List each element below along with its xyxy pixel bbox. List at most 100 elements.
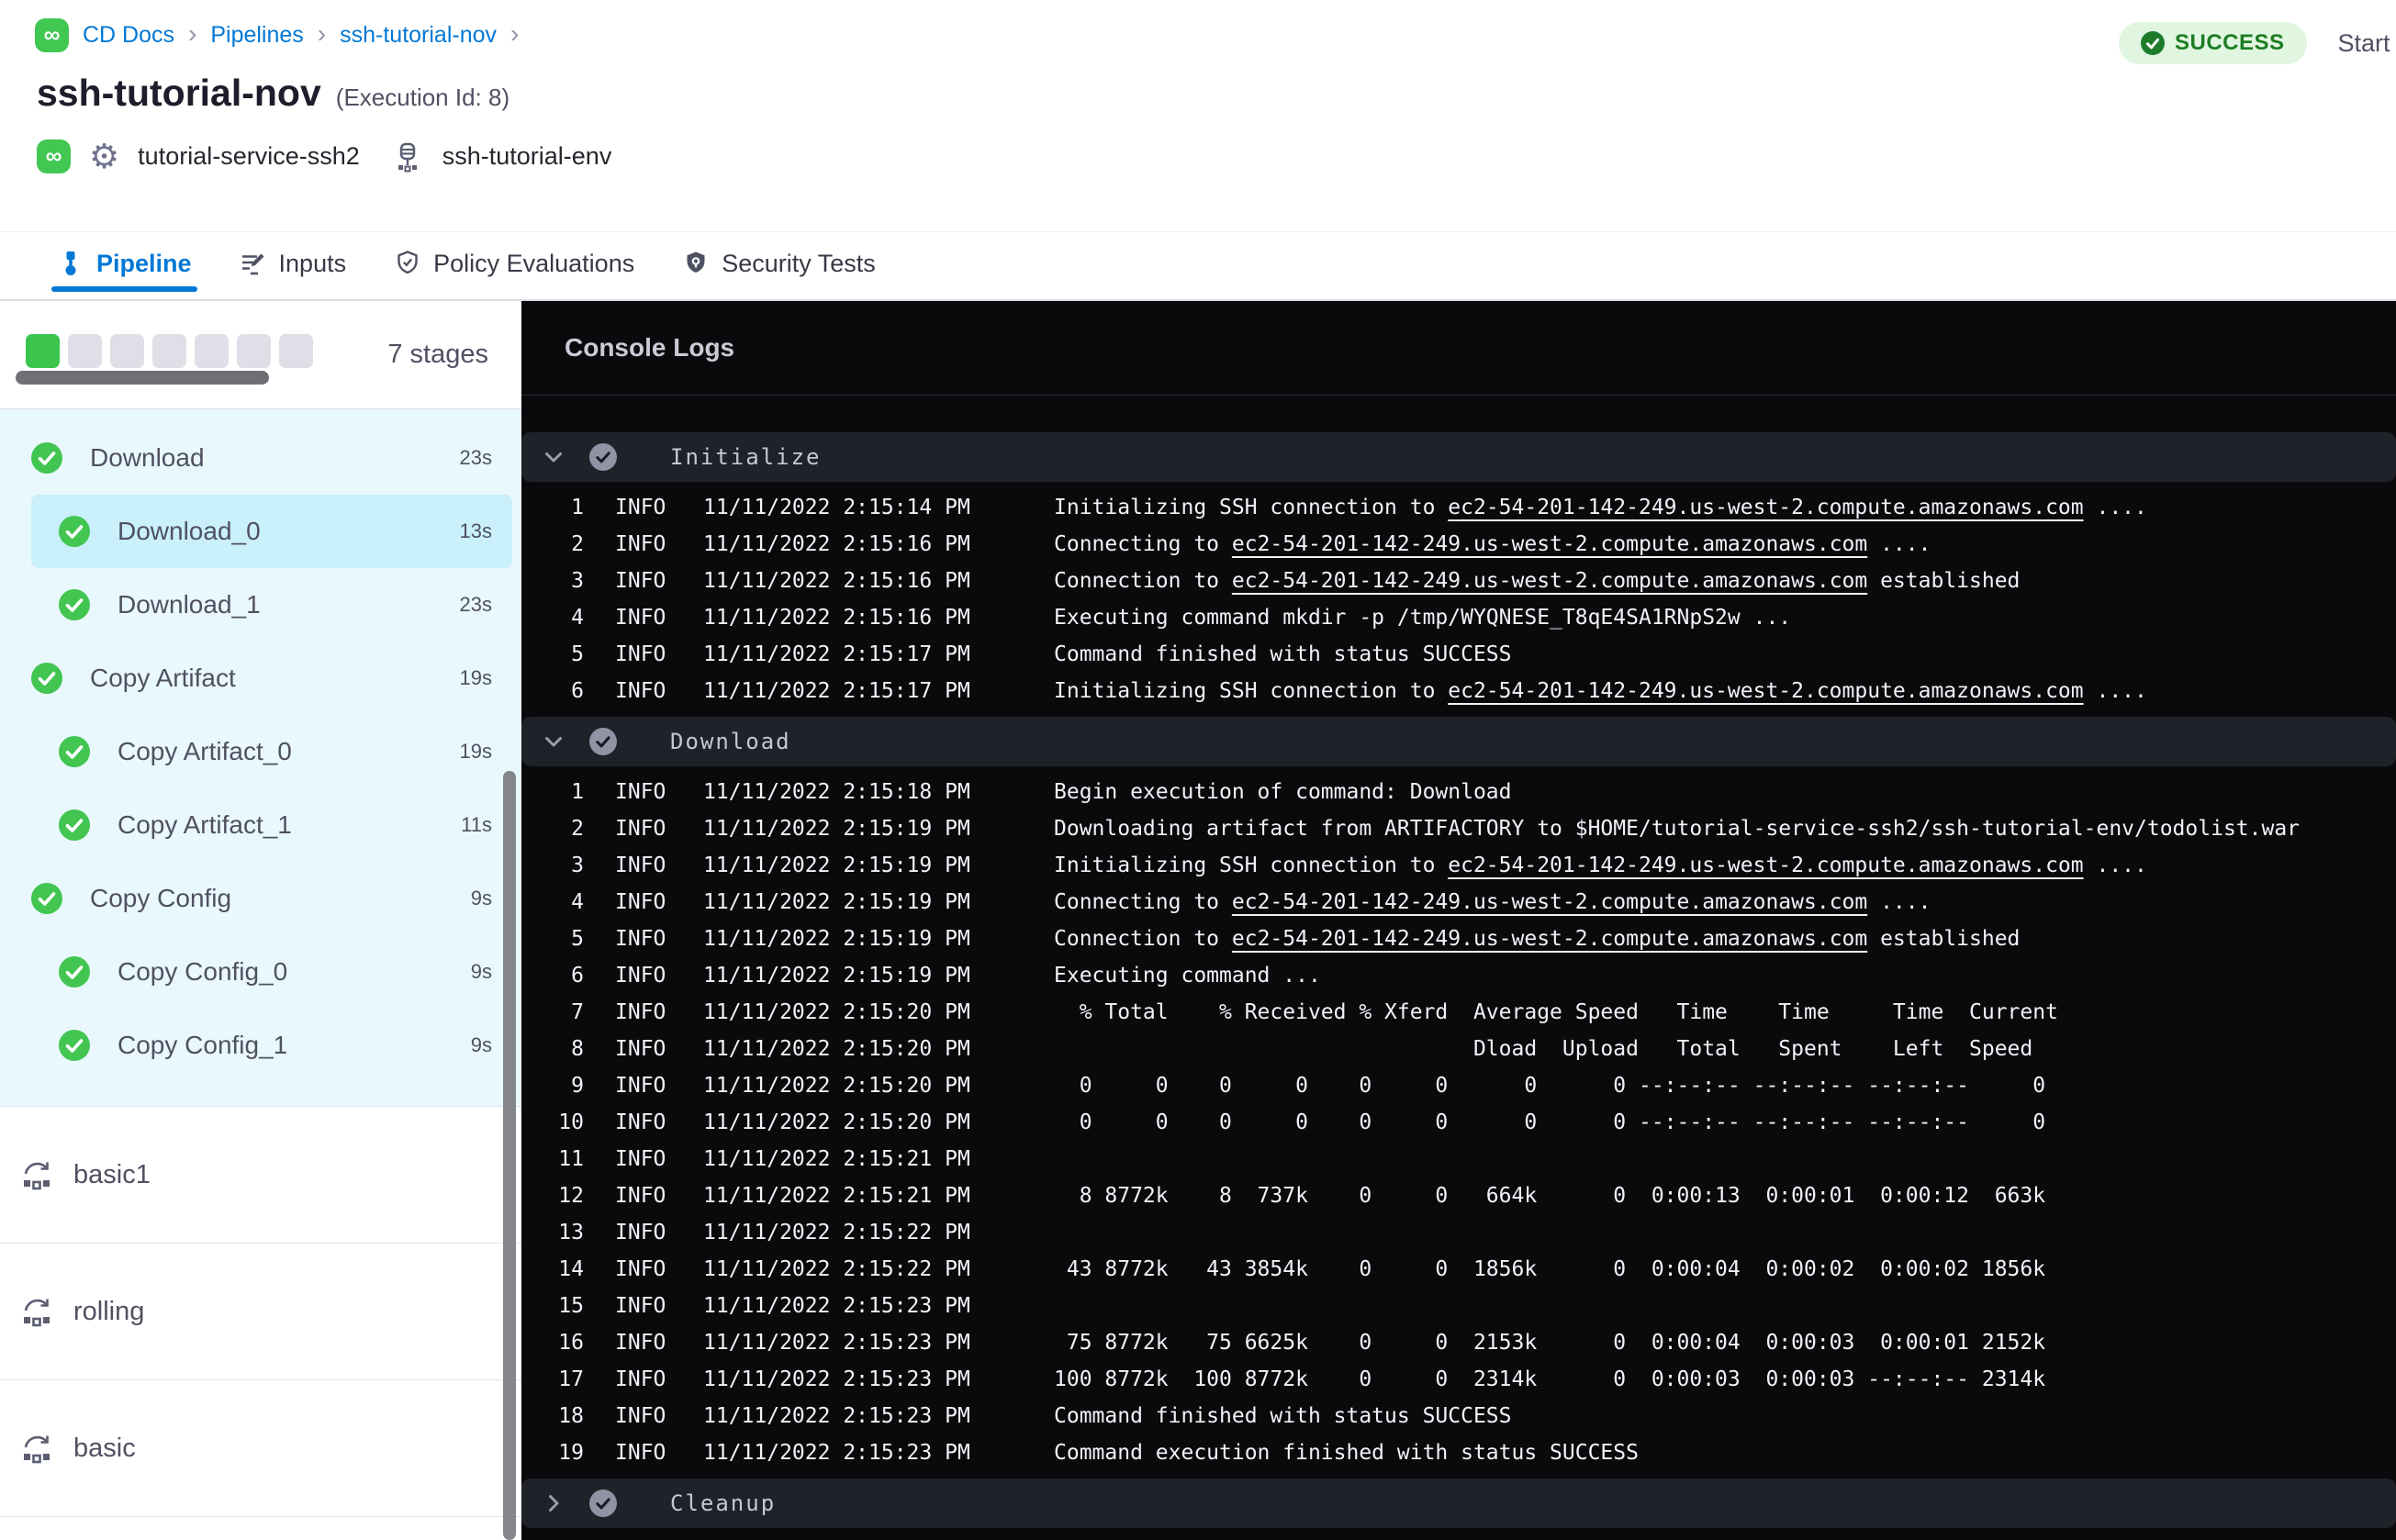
section-success-icon: [589, 443, 617, 471]
log-line: 10 INFO 11/11/2022 2:15:20 PM 0 0 0 0 0 0 …: [521, 1104, 2396, 1141]
log-level: INFO: [615, 1221, 666, 1244]
log-level: INFO: [615, 679, 666, 703]
stage-label: Copy Artifact_0: [118, 737, 292, 765]
log-line: 2 INFO 11/11/2022 2:15:19 PM Downloading ar…: [521, 810, 2396, 847]
stage-label: Copy Config_1: [118, 1031, 288, 1059]
rolling-deploy-icon: [24, 1162, 50, 1190]
section-success-icon: [589, 728, 617, 755]
log-line: 9 INFO 11/11/2022 2:15:20 PM 0 0 0 0 0 0 0…: [521, 1067, 2396, 1104]
log-level: INFO: [615, 1367, 666, 1391]
log-host-link[interactable]: ec2-54-201-142-249.us-west-2.compute.ama…: [1232, 569, 1867, 593]
pipeline-row-basic[interactable]: basic: [0, 1379, 521, 1516]
log-line-number: 14: [558, 1257, 584, 1281]
pipeline-row-canary2[interactable]: canary2: [0, 1516, 521, 1540]
stage-duration: 13s: [459, 519, 492, 542]
rolling-deploy-icon: [24, 1299, 50, 1327]
tab-inputs[interactable]: Inputs: [240, 235, 346, 292]
log-section-header-cleanup[interactable]: Cleanup: [521, 1479, 2396, 1528]
stage-row-copy-artifact[interactable]: Copy Artifact 19s: [31, 642, 512, 715]
log-message: Executing command ...: [1054, 964, 1321, 988]
check-circle-icon: [2141, 31, 2165, 55]
tab-label: Pipeline: [96, 249, 192, 277]
breadcrumb-link-cd-docs[interactable]: CD Docs: [83, 22, 174, 49]
stage-progress-square: [68, 334, 102, 368]
stage-row-download-1[interactable]: Download_1 23s: [31, 568, 512, 642]
stage-row-copy-config-0[interactable]: Copy Config_0 9s: [31, 935, 512, 1009]
stage-row-download-0[interactable]: Download_0 13s: [31, 495, 512, 568]
stage-row-copy-artifact-0[interactable]: Copy Artifact_0 19s: [31, 715, 512, 788]
log-level: INFO: [615, 1294, 666, 1318]
stage-success-icon: [59, 736, 90, 767]
log-timestamp: 11/11/2022 2:15:20 PM: [703, 1074, 970, 1098]
stage-row-copy-config-1[interactable]: Copy Config_1 9s: [31, 1009, 512, 1082]
log-host-link[interactable]: ec2-54-201-142-249.us-west-2.compute.ama…: [1232, 890, 1867, 914]
log-timestamp: 11/11/2022 2:15:23 PM: [703, 1441, 970, 1465]
log-line: 1 INFO 11/11/2022 2:15:18 PM Begin executio…: [521, 774, 2396, 810]
pipeline-row-basic1[interactable]: basic1: [0, 1106, 521, 1243]
stage-success-icon: [59, 956, 90, 988]
log-level: INFO: [615, 532, 666, 556]
log-host-link[interactable]: ec2-54-201-142-249.us-west-2.compute.ama…: [1448, 854, 2083, 877]
log-line: 5 INFO 11/11/2022 2:15:17 PM Command finish…: [521, 636, 2396, 673]
log-line: 14 INFO 11/11/2022 2:15:22 PM 43 8772k 43 …: [521, 1251, 2396, 1288]
stage-duration: 11s: [461, 813, 492, 836]
log-host-link[interactable]: ec2-54-201-142-249.us-west-2.compute.ama…: [1448, 679, 2083, 703]
log-timestamp: 11/11/2022 2:15:23 PM: [703, 1294, 970, 1318]
chevron-right-icon: ›: [317, 18, 327, 48]
stage-row-download[interactable]: Download 23s: [31, 421, 512, 495]
breadcrumb-link-pipeline-name[interactable]: ssh-tutorial-nov: [340, 22, 497, 49]
tab-label: Security Tests: [722, 249, 876, 277]
pipeline-row-rolling[interactable]: rolling: [0, 1243, 521, 1379]
log-host-link[interactable]: ec2-54-201-142-249.us-west-2.compute.ama…: [1232, 927, 1867, 951]
log-timestamp: 11/11/2022 2:15:19 PM: [703, 890, 970, 914]
pipeline-label: rolling: [73, 1296, 145, 1326]
sidebar-scrollbar[interactable]: [503, 771, 516, 1540]
stage-duration: 9s: [470, 1033, 492, 1056]
log-line: 5 INFO 11/11/2022 2:15:19 PM Connection to …: [521, 921, 2396, 957]
pipeline-list: basic1 rolling basic canary2: [0, 1106, 521, 1540]
log-line-number: 6: [571, 964, 584, 988]
stage-progress-strip: 7 stages: [0, 301, 521, 409]
log-timestamp: 11/11/2022 2:15:17 PM: [703, 642, 970, 666]
stage-success-icon: [59, 1030, 90, 1061]
log-line-number: 17: [558, 1367, 584, 1391]
log-line: 6 INFO 11/11/2022 2:15:19 PM Executing comm…: [521, 957, 2396, 994]
stage-row-copy-artifact-1[interactable]: Copy Artifact_1 11s: [31, 788, 512, 862]
start-time-label: Start time: [2337, 28, 2396, 57]
stage-progress-square: [26, 334, 60, 368]
log-line-number: 19: [558, 1441, 584, 1465]
log-timestamp: 11/11/2022 2:15:19 PM: [703, 817, 970, 841]
log-lines-download: 1 INFO 11/11/2022 2:15:18 PM Begin executio…: [521, 774, 2396, 1471]
log-section-header-initialize[interactable]: Initialize: [521, 432, 2396, 482]
log-line: 19 INFO 11/11/2022 2:15:23 PM Command execu…: [521, 1434, 2396, 1471]
section-title: Cleanup: [670, 1490, 777, 1516]
log-host-link[interactable]: ec2-54-201-142-249.us-west-2.compute.ama…: [1448, 496, 2083, 519]
log-message: Begin execution of command: Download: [1054, 780, 1512, 804]
log-message: Dload Upload Total Spent Left Speed: [1054, 1037, 2033, 1061]
tab-pipeline[interactable]: Pipeline: [51, 235, 197, 292]
stage-progress-square: [152, 334, 186, 368]
stage-duration: 9s: [470, 887, 492, 909]
log-level: INFO: [615, 1257, 666, 1281]
log-timestamp: 11/11/2022 2:15:16 PM: [703, 532, 970, 556]
log-line-number: 1: [571, 496, 584, 519]
stage-duration: 23s: [459, 446, 492, 469]
security-shield-icon: [682, 250, 710, 277]
log-host-link[interactable]: ec2-54-201-142-249.us-west-2.compute.ama…: [1232, 532, 1867, 556]
log-line-number: 2: [571, 817, 584, 841]
tab-security-tests[interactable]: Security Tests: [682, 235, 876, 292]
log-line-number: 1: [571, 780, 584, 804]
log-message: Downloading artifact from ARTIFACTORY to…: [1054, 817, 2301, 841]
log-timestamp: 11/11/2022 2:15:16 PM: [703, 569, 970, 593]
log-message: Connection to ec2-54-201-142-249.us-west…: [1054, 927, 2021, 951]
chevron-right-icon: [542, 1491, 565, 1515]
tab-policy-evaluations[interactable]: Policy Evaluations: [394, 235, 634, 292]
stage-strip-scrollbar[interactable]: [16, 371, 269, 385]
breadcrumb-link-pipelines[interactable]: Pipelines: [210, 22, 303, 49]
stage-row-copy-config[interactable]: Copy Config 9s: [31, 862, 512, 935]
log-line-number: 5: [571, 927, 584, 951]
log-line-number: 16: [558, 1331, 584, 1355]
log-section-header-download[interactable]: Download: [521, 717, 2396, 766]
log-message: 0 0 0 0 0 0 0 0 --:--:-- --:--:-- --:--:…: [1054, 1110, 2046, 1134]
log-line-number: 6: [571, 679, 584, 703]
